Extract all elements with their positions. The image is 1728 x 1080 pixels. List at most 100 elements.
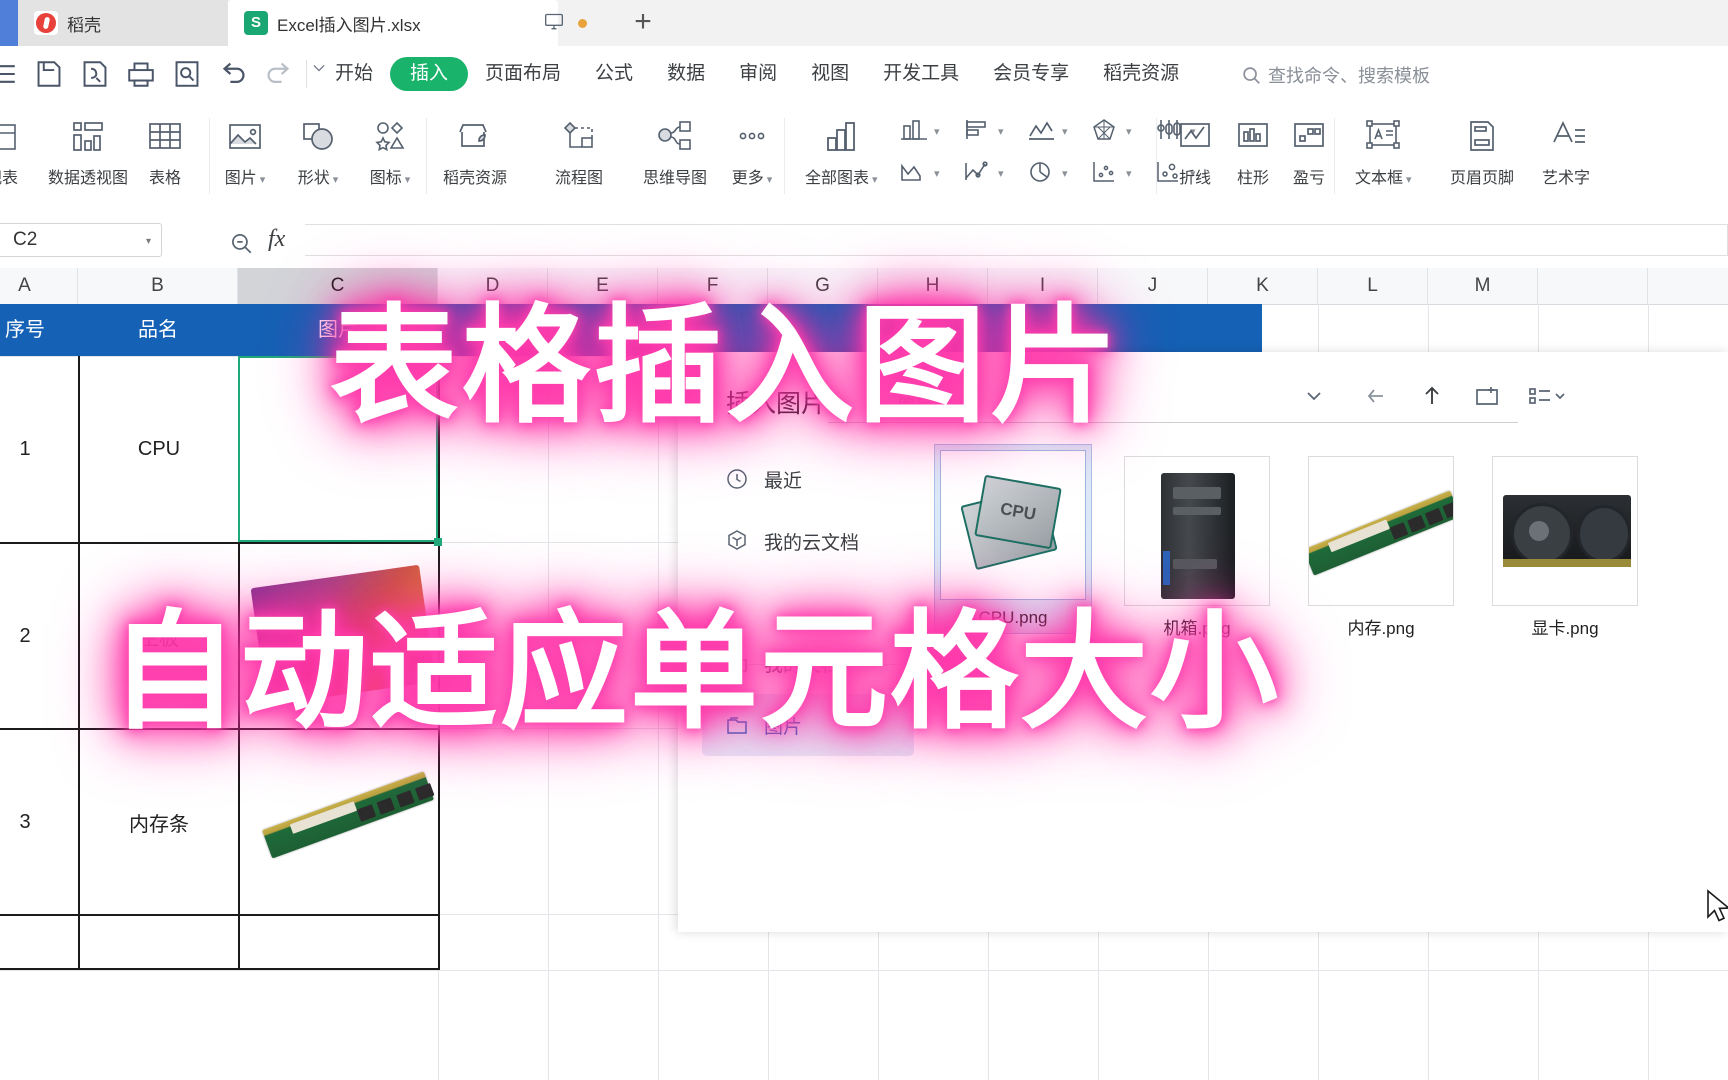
sidebar-item-cloud-docs[interactable]: 我的云文档 <box>702 510 914 572</box>
ribbon-tab-data[interactable]: 数据 <box>650 57 722 91</box>
ribbon-button-mindmap[interactable]: 思维导图 <box>643 108 707 188</box>
dialog-path[interactable]: 图片 <box>898 392 932 417</box>
chevron-down-icon[interactable]: ▾ <box>934 125 940 138</box>
chevron-down-icon[interactable] <box>1300 382 1328 415</box>
chevron-down-icon[interactable]: ▾ <box>405 174 411 186</box>
ribbon-button-table[interactable]: 表格 <box>143 108 187 188</box>
cell-A4[interactable]: 3 <box>0 730 78 914</box>
ribbon-button-wordart[interactable]: 艺术字 <box>1542 108 1590 188</box>
cell-B4[interactable]: 内存条 <box>80 730 238 914</box>
ribbon-tab-review[interactable]: 审阅 <box>722 57 794 91</box>
ribbon-button-sparkline-line[interactable]: 折线 <box>1171 108 1219 188</box>
ribbon-button-icon[interactable]: 图标 ▾ <box>367 108 413 188</box>
view-options-icon[interactable] <box>1526 382 1570 415</box>
cell-image-motherboard[interactable] <box>250 564 436 706</box>
chevron-down-icon[interactable]: ▾ <box>998 167 1004 180</box>
ribbon-tab-docer-resource[interactable]: 稻壳资源 <box>1086 57 1196 91</box>
ribbon-button-flowchart[interactable]: 流程图 <box>555 108 603 188</box>
search-input[interactable]: 查找命令、搜索模板 <box>1240 60 1430 90</box>
column-header-J[interactable]: J <box>1098 268 1208 304</box>
tab-docer[interactable]: 稻壳 <box>18 0 228 46</box>
sidebar-item-recent[interactable]: 最近 <box>702 448 914 510</box>
chevron-down-icon[interactable]: ▾ <box>767 174 773 186</box>
chevron-down-icon[interactable]: ▾ <box>1062 167 1068 180</box>
chevron-down-icon[interactable]: ▾ <box>934 167 940 180</box>
column-header-H[interactable]: H <box>878 268 988 304</box>
save-icon[interactable] <box>32 57 66 91</box>
column-header-C[interactable]: C <box>238 268 438 304</box>
column-header-D[interactable]: D <box>438 268 548 304</box>
formula-input[interactable] <box>305 224 1728 256</box>
chevron-down-icon[interactable]: ▾ <box>1406 174 1412 186</box>
ribbon-button-pivotchart[interactable]: 数据透视图 <box>48 108 128 188</box>
new-folder-icon[interactable] <box>1472 382 1502 415</box>
save-as-icon[interactable] <box>78 57 112 91</box>
menu-hamburger-icon[interactable] <box>0 57 20 91</box>
column-header-O[interactable] <box>1648 268 1728 304</box>
print-preview-icon[interactable] <box>170 57 204 91</box>
chevron-down-icon[interactable]: ▾ <box>998 125 1004 138</box>
cell-A3[interactable]: 2 <box>0 544 78 728</box>
ribbon-button-radar-chart[interactable]: ▾ <box>1089 116 1132 146</box>
column-header-B[interactable]: B <box>78 268 238 304</box>
ribbon-tab-insert[interactable]: 插入 <box>390 57 469 91</box>
ribbon-button-pie-chart[interactable]: ▾ <box>1025 158 1068 188</box>
cell-B3[interactable]: 主板 <box>80 544 238 728</box>
file-item-cpu[interactable]: CPU CPU.png <box>934 444 1092 634</box>
print-icon[interactable] <box>124 57 158 91</box>
column-header-K[interactable]: K <box>1208 268 1318 304</box>
ribbon-tab-start[interactable]: 开始 <box>318 57 390 91</box>
ribbon-button-all-charts[interactable]: 全部图表 ▾ <box>805 108 878 188</box>
chevron-down-icon[interactable]: ▾ <box>1126 125 1132 138</box>
ribbon-tab-page-layout[interactable]: 页面布局 <box>468 57 578 91</box>
ribbon-tab-member[interactable]: 会员专享 <box>976 57 1086 91</box>
column-header-I[interactable]: I <box>988 268 1098 304</box>
ribbon-button-shape[interactable]: 形状 ▾ <box>295 108 341 188</box>
new-tab-button[interactable]: + <box>627 7 659 39</box>
ribbon-button-stock-chart[interactable]: ▾ <box>1025 116 1068 146</box>
cell-B2[interactable]: CPU <box>80 356 238 542</box>
file-item-case[interactable]: 机箱.png <box>1124 456 1270 639</box>
name-box[interactable]: C2 ▾ <box>0 223 162 257</box>
sidebar-item-my-documents[interactable]: 我的文档 <box>702 632 914 694</box>
ribbon-button-bar-chart[interactable]: ▾ <box>961 116 1004 146</box>
ribbon-button-scatter-chart[interactable]: ▾ <box>1089 158 1132 188</box>
column-header-E[interactable]: E <box>548 268 658 304</box>
column-header-M[interactable]: M <box>1428 268 1538 304</box>
ribbon-button-textbox[interactable]: 文本框 ▾ <box>1355 108 1412 188</box>
zoom-out-icon[interactable] <box>228 230 254 261</box>
column-header-G[interactable]: G <box>768 268 878 304</box>
column-header-N[interactable] <box>1538 268 1648 304</box>
chevron-down-icon[interactable]: ▾ <box>146 236 151 247</box>
column-header-F[interactable]: F <box>658 268 768 304</box>
ribbon-button-scatter-line-chart[interactable]: ▾ <box>961 158 1004 188</box>
undo-icon[interactable] <box>216 57 250 91</box>
tab-workbook[interactable]: S Excel插入图片.xlsx <box>228 0 558 46</box>
file-item-ram[interactable]: 内存.png <box>1308 456 1454 639</box>
ribbon-button-picture[interactable]: 图片 ▾ <box>222 108 268 188</box>
monitor-icon[interactable] <box>543 12 565 32</box>
ribbon-button-docer-resource[interactable]: 稻壳资源 <box>443 108 507 188</box>
ribbon-button-area-chart[interactable]: ▾ <box>897 158 940 188</box>
selection-fill-handle[interactable] <box>434 538 442 546</box>
column-header-L[interactable]: L <box>1318 268 1428 304</box>
chevron-down-icon[interactable]: ▾ <box>1062 125 1068 138</box>
function-label[interactable]: fx <box>268 226 285 253</box>
chevron-down-icon[interactable]: ▾ <box>1126 167 1132 180</box>
ribbon-tab-developer[interactable]: 开发工具 <box>866 57 976 91</box>
ribbon-button-header-footer[interactable]: 页眉页脚 <box>1450 108 1514 188</box>
back-arrow-icon[interactable] <box>1362 382 1390 415</box>
ribbon-button-sparkline-column[interactable]: 柱形 <box>1229 108 1277 188</box>
column-header-A[interactable]: A <box>0 268 78 304</box>
ribbon-button-more[interactable]: 更多 ▾ <box>729 108 775 188</box>
ribbon-button-column-chart[interactable]: ▾ <box>897 116 940 146</box>
file-item-gpu[interactable]: 显卡.png <box>1492 456 1638 639</box>
chevron-down-icon[interactable]: ▾ <box>333 174 339 186</box>
ribbon-tab-formulas[interactable]: 公式 <box>578 57 650 91</box>
ribbon-button-pivotchart-partial[interactable]: 视表 <box>0 108 22 188</box>
up-arrow-icon[interactable] <box>1418 382 1446 415</box>
chevron-down-icon[interactable]: ▾ <box>872 174 878 186</box>
cell-image-ram[interactable] <box>262 771 435 859</box>
chevron-down-icon[interactable]: ▾ <box>260 174 266 186</box>
ribbon-tab-view[interactable]: 视图 <box>794 57 866 91</box>
